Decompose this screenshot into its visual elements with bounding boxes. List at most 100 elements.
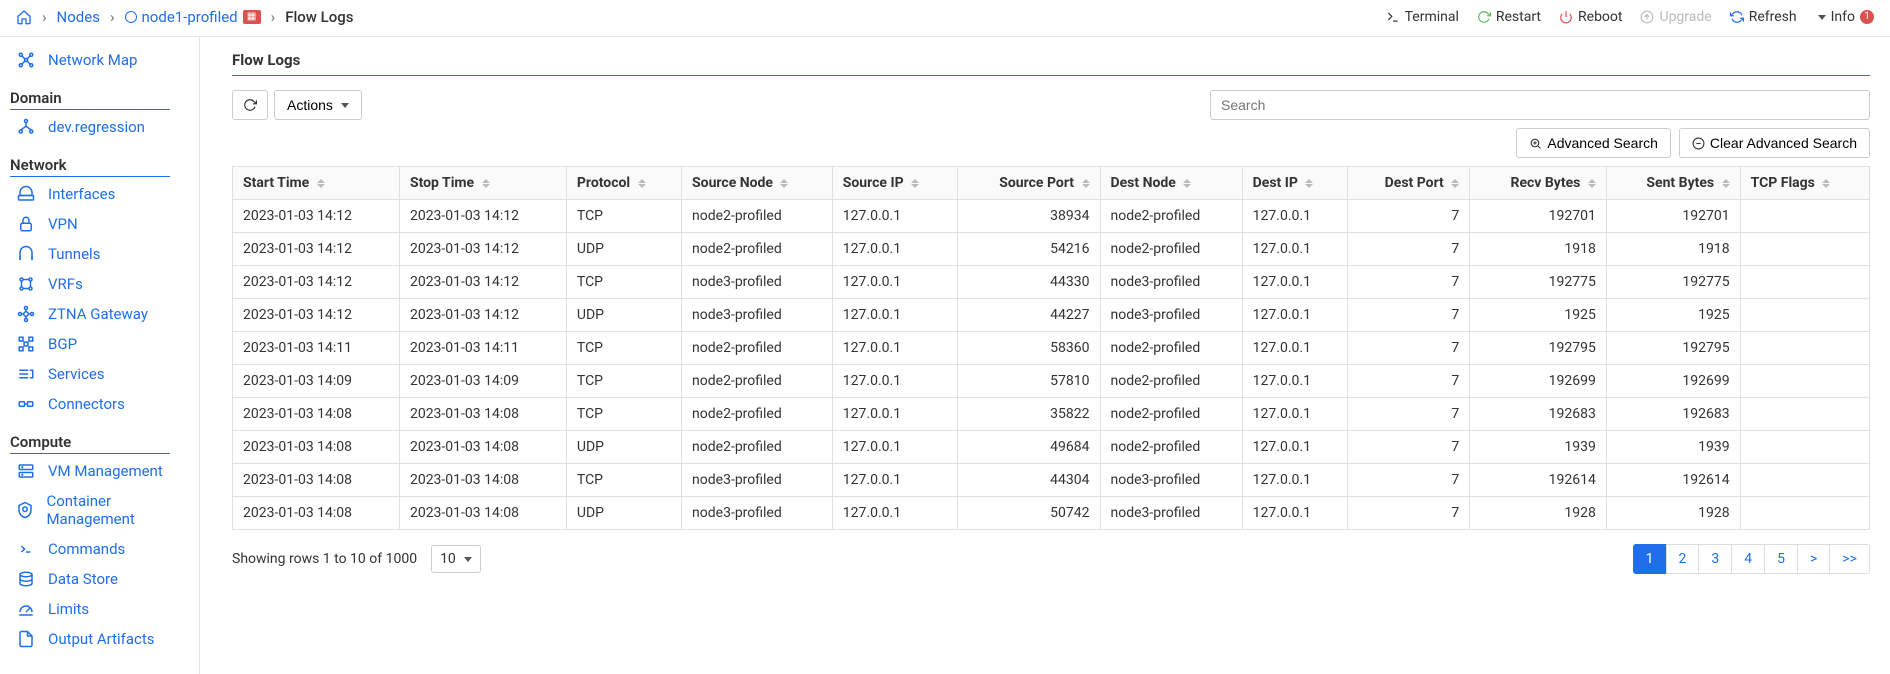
page-button[interactable]: 1 bbox=[1633, 544, 1667, 574]
sidebar-item-interfaces[interactable]: Interfaces bbox=[10, 179, 199, 209]
search-input[interactable] bbox=[1210, 90, 1870, 120]
column-header[interactable]: Source Port bbox=[957, 167, 1100, 200]
node-status-icon bbox=[125, 11, 137, 23]
page-button[interactable]: >> bbox=[1829, 544, 1870, 574]
column-header[interactable]: Dest IP bbox=[1242, 167, 1347, 200]
table-row[interactable]: 2023-01-03 14:122023-01-03 14:12TCPnode3… bbox=[233, 266, 1870, 299]
sidebar-item-tunnels[interactable]: Tunnels bbox=[10, 239, 199, 269]
table-cell: 192795 bbox=[1470, 332, 1607, 365]
column-header[interactable]: Stop Time bbox=[399, 167, 566, 200]
column-header[interactable]: Sent Bytes bbox=[1606, 167, 1740, 200]
actions-dropdown[interactable]: Actions bbox=[274, 90, 362, 120]
table-cell: TCP bbox=[566, 266, 681, 299]
sort-icon bbox=[1082, 179, 1090, 188]
sidebar-item-vrfs[interactable]: VRFs bbox=[10, 269, 199, 299]
table-cell: UDP bbox=[566, 299, 681, 332]
sidebar-item-data-store[interactable]: Data Store bbox=[10, 564, 199, 594]
column-header[interactable]: Dest Node bbox=[1100, 167, 1242, 200]
sidebar-item-dev-regression[interactable]: dev.regression bbox=[10, 112, 199, 142]
sidebar-item-commands[interactable]: Commands bbox=[10, 534, 199, 564]
table-row[interactable]: 2023-01-03 14:112023-01-03 14:11TCPnode2… bbox=[233, 332, 1870, 365]
table-cell: 7 bbox=[1347, 398, 1470, 431]
column-label: Source Node bbox=[692, 175, 773, 191]
page-button[interactable]: 5 bbox=[1764, 544, 1798, 574]
sidebar-item-ztna-gateway[interactable]: ZTNA Gateway bbox=[10, 299, 199, 329]
table-cell: 1939 bbox=[1470, 431, 1607, 464]
page-button[interactable]: 4 bbox=[1731, 544, 1765, 574]
sidebar-item-limits[interactable]: Limits bbox=[10, 594, 199, 624]
advanced-search-button[interactable]: Advanced Search bbox=[1516, 128, 1671, 158]
column-header[interactable]: Source Node bbox=[682, 167, 833, 200]
column-header[interactable]: Source IP bbox=[832, 167, 957, 200]
table-cell: 127.0.0.1 bbox=[1242, 398, 1347, 431]
sidebar-item-bgp[interactable]: BGP bbox=[10, 329, 199, 359]
main-content: Flow Logs Actions Advanced Search bbox=[200, 37, 1890, 674]
table-cell: 7 bbox=[1347, 332, 1470, 365]
column-header[interactable]: Start Time bbox=[233, 167, 400, 200]
reload-button[interactable] bbox=[232, 90, 268, 120]
terminal-button[interactable]: Terminal bbox=[1386, 9, 1459, 25]
breadcrumb-nodes[interactable]: Nodes bbox=[57, 8, 100, 26]
sidebar-item-label: Interfaces bbox=[48, 185, 115, 203]
restart-button[interactable]: Restart bbox=[1477, 9, 1541, 25]
topbar: › Nodes › node1-profiled ▦ › Flow Logs T… bbox=[0, 0, 1890, 37]
table-cell: 1925 bbox=[1606, 299, 1740, 332]
table-cell: node2-profiled bbox=[682, 200, 833, 233]
ztna-icon bbox=[16, 305, 36, 323]
sidebar-item-label: BGP bbox=[48, 335, 77, 353]
table-cell: 7 bbox=[1347, 266, 1470, 299]
table-cell: 2023-01-03 14:09 bbox=[399, 365, 566, 398]
table-row[interactable]: 2023-01-03 14:122023-01-03 14:12UDPnode3… bbox=[233, 299, 1870, 332]
column-label: Recv Bytes bbox=[1510, 175, 1580, 191]
table-cell: 127.0.0.1 bbox=[832, 431, 957, 464]
table-row[interactable]: 2023-01-03 14:082023-01-03 14:08UDPnode2… bbox=[233, 431, 1870, 464]
table-cell: node3-profiled bbox=[682, 299, 833, 332]
clear-advanced-search-button[interactable]: Clear Advanced Search bbox=[1679, 128, 1870, 158]
table-cell: 192699 bbox=[1606, 365, 1740, 398]
table-cell: 127.0.0.1 bbox=[832, 332, 957, 365]
column-header[interactable]: Recv Bytes bbox=[1470, 167, 1607, 200]
table-row[interactable]: 2023-01-03 14:082023-01-03 14:08TCPnode2… bbox=[233, 398, 1870, 431]
page-button[interactable]: 3 bbox=[1698, 544, 1732, 574]
table-cell: TCP bbox=[566, 332, 681, 365]
page-button[interactable]: 2 bbox=[1666, 544, 1700, 574]
info-button[interactable]: Info 1 bbox=[1815, 9, 1874, 25]
sidebar-item-services[interactable]: Services bbox=[10, 359, 199, 389]
reboot-button[interactable]: Reboot bbox=[1559, 9, 1622, 25]
sidebar-item-container-management[interactable]: Container Management bbox=[10, 486, 199, 534]
bgp-icon bbox=[16, 335, 36, 353]
table-row[interactable]: 2023-01-03 14:082023-01-03 14:08TCPnode3… bbox=[233, 464, 1870, 497]
sort-icon bbox=[1305, 179, 1313, 188]
table-cell: 127.0.0.1 bbox=[1242, 332, 1347, 365]
table-cell: TCP bbox=[566, 200, 681, 233]
table-cell: 127.0.0.1 bbox=[1242, 431, 1347, 464]
home-icon[interactable] bbox=[16, 9, 32, 25]
table-cell: 1925 bbox=[1470, 299, 1607, 332]
column-header[interactable]: Protocol bbox=[566, 167, 681, 200]
sidebar-item-output-artifacts[interactable]: Output Artifacts bbox=[10, 624, 199, 654]
sidebar-item-vm-management[interactable]: VM Management bbox=[10, 456, 199, 486]
table-row[interactable]: 2023-01-03 14:122023-01-03 14:12UDPnode2… bbox=[233, 233, 1870, 266]
sidebar-section-domain: Domain bbox=[10, 87, 170, 110]
table-cell: TCP bbox=[566, 365, 681, 398]
table-row[interactable]: 2023-01-03 14:122023-01-03 14:12TCPnode2… bbox=[233, 200, 1870, 233]
table-cell: 127.0.0.1 bbox=[832, 464, 957, 497]
table-cell: 54216 bbox=[957, 233, 1100, 266]
page-size-dropdown[interactable]: 10 bbox=[431, 545, 481, 573]
refresh-button[interactable]: Refresh bbox=[1730, 9, 1797, 25]
table-cell: node3-profiled bbox=[1100, 266, 1242, 299]
sidebar-item-vpn[interactable]: VPN bbox=[10, 209, 199, 239]
column-header[interactable]: TCP Flags bbox=[1740, 167, 1869, 200]
sidebar-item-connectors[interactable]: Connectors bbox=[10, 389, 199, 419]
sidebar-item-network-map[interactable]: Network Map bbox=[10, 45, 199, 75]
breadcrumb-node[interactable]: node1-profiled ▦ bbox=[125, 8, 261, 26]
table-cell: 49684 bbox=[957, 431, 1100, 464]
refresh-label: Refresh bbox=[1749, 9, 1797, 25]
column-header[interactable]: Dest Port bbox=[1347, 167, 1470, 200]
table-row[interactable]: 2023-01-03 14:082023-01-03 14:08UDPnode3… bbox=[233, 497, 1870, 530]
table-cell: 7 bbox=[1347, 365, 1470, 398]
page-button[interactable]: > bbox=[1797, 544, 1830, 574]
table-cell: 127.0.0.1 bbox=[1242, 266, 1347, 299]
table-cell: 7 bbox=[1347, 233, 1470, 266]
table-row[interactable]: 2023-01-03 14:092023-01-03 14:09TCPnode2… bbox=[233, 365, 1870, 398]
